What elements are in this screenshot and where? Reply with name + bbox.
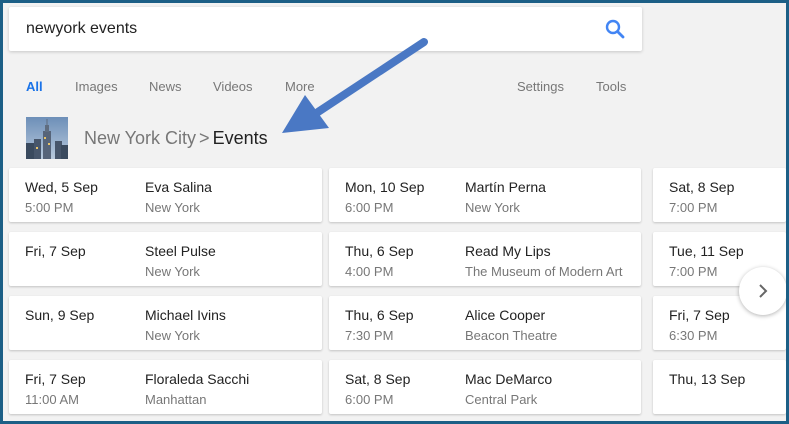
annotation-arrow-icon bbox=[282, 38, 428, 133]
